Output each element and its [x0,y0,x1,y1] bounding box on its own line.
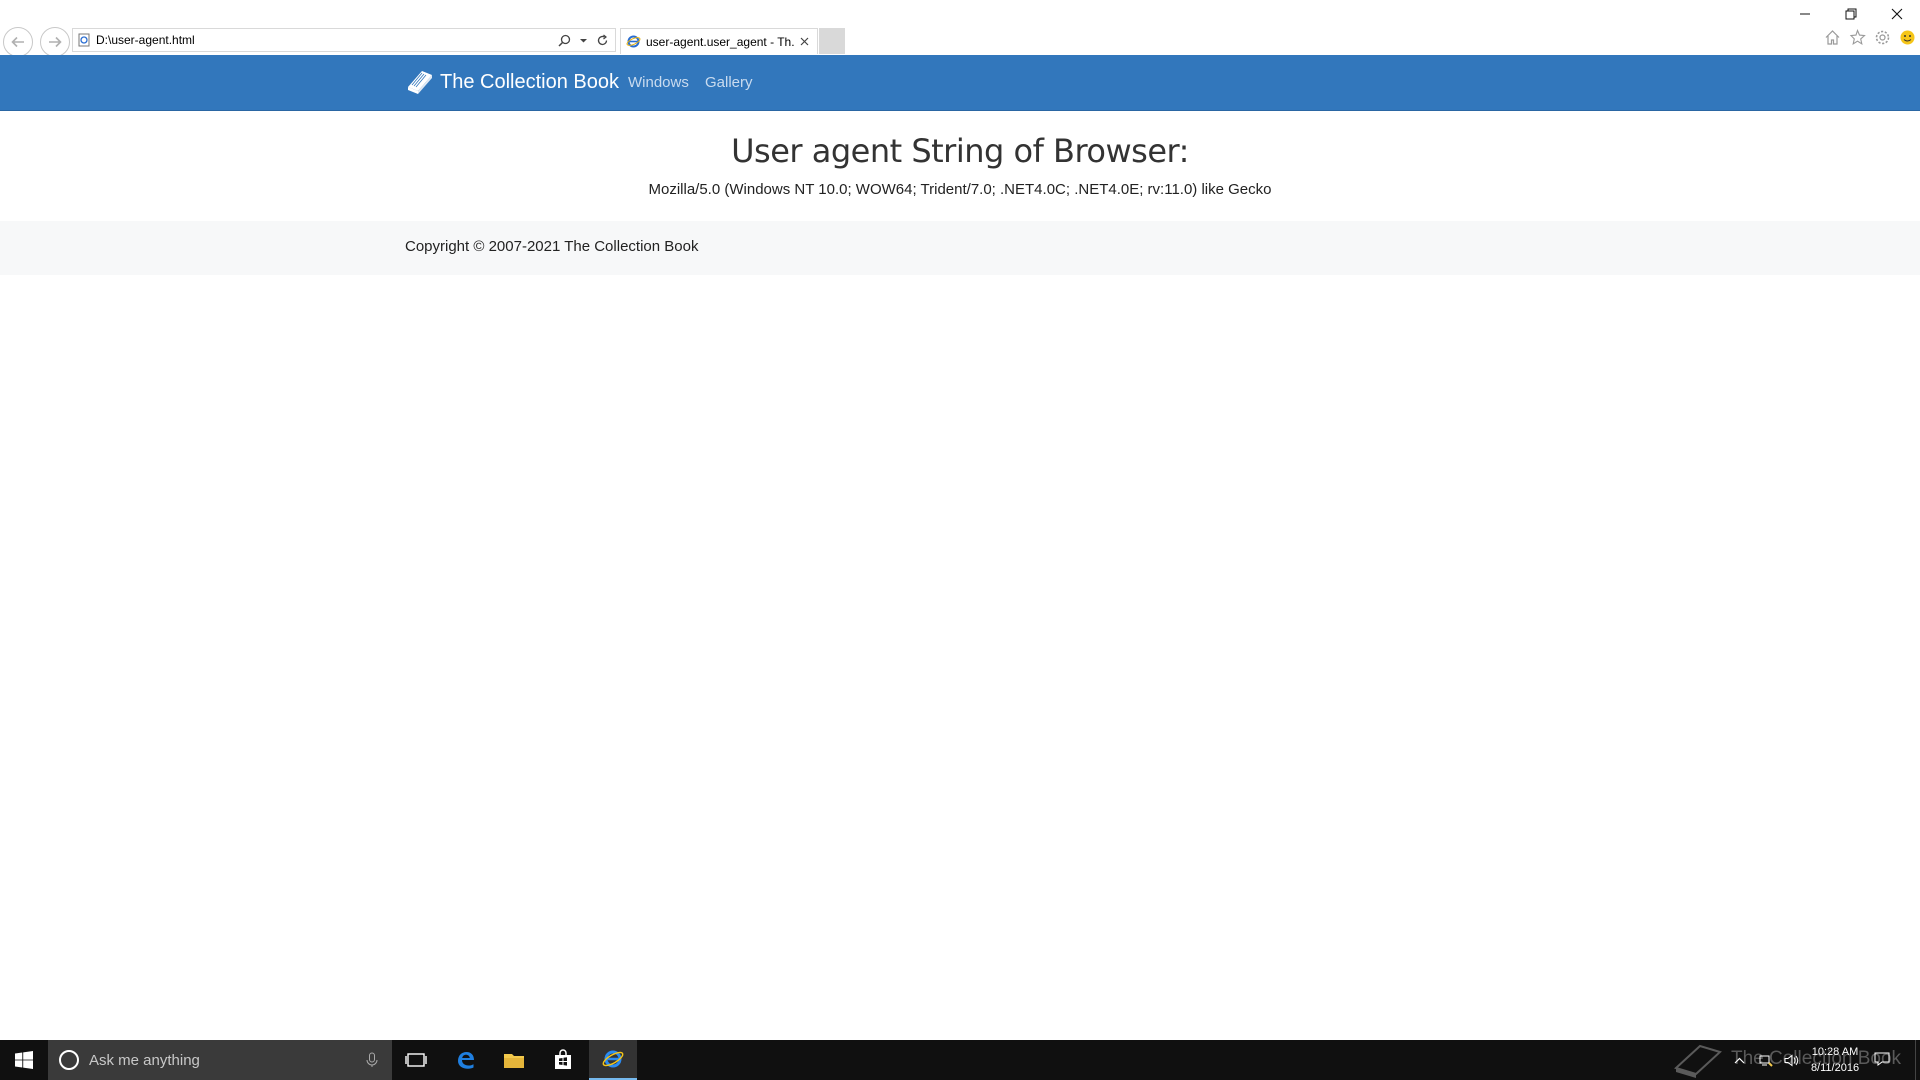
feedback-button[interactable] [1899,29,1916,46]
cortana-search[interactable]: Ask me anything [48,1040,392,1080]
show-hidden-icons-button[interactable] [1730,1051,1748,1069]
new-tab-button[interactable] [819,28,845,54]
refresh-icon[interactable] [596,34,609,47]
clock-time: 10:28 AM [1811,1046,1859,1058]
restore-icon [1845,8,1857,20]
microphone-icon[interactable] [364,1052,380,1068]
edge-icon [458,1052,474,1069]
task-view-icon [405,1053,427,1067]
copyright-text: Copyright © 2007-2021 The Collection Boo… [405,238,699,255]
network-icon [1759,1055,1773,1067]
settings-button[interactable] [1874,29,1891,46]
taskbar-internet-explorer[interactable] [589,1040,637,1080]
home-icon [1825,30,1840,45]
gear-icon [1875,30,1890,45]
start-button[interactable] [0,1040,48,1080]
star-icon [1849,29,1866,45]
back-button[interactable] [3,27,33,57]
folder-icon [504,1054,524,1068]
search-icon[interactable] [558,34,571,47]
taskbar-store[interactable] [539,1040,587,1080]
brand-link[interactable]: The Collection Book [404,67,619,97]
store-icon [555,1049,571,1069]
forward-button[interactable] [40,27,70,57]
chevron-down-icon[interactable] [577,34,590,47]
close-icon [1891,8,1903,20]
action-center-button[interactable] [1874,1051,1892,1069]
footer: Copyright © 2007-2021 The Collection Boo… [0,221,1920,275]
arrow-left-icon [11,36,24,48]
minimize-icon [1800,13,1810,15]
search-placeholder[interactable]: Ask me anything [89,1052,364,1069]
ie-icon [626,35,641,48]
user-agent-string: Mozilla/5.0 (Windows NT 10.0; WOW64; Tri… [648,181,1272,198]
close-icon [800,37,808,46]
task-view-button[interactable] [392,1040,440,1080]
minimize-button[interactable] [1782,0,1828,28]
favorites-button[interactable] [1849,29,1866,46]
volume-button[interactable] [1782,1051,1800,1069]
notification-icon [1874,1052,1890,1066]
arrow-right-icon [49,36,62,48]
address-text[interactable]: D:\user-agent.html [96,33,558,47]
clock-date: 8/11/2016 [1810,1062,1860,1074]
restore-button[interactable] [1828,0,1874,28]
taskbar-edge[interactable] [442,1040,490,1080]
cortana-icon [59,1050,79,1070]
address-bar[interactable]: D:\user-agent.html [72,28,616,52]
smiley-icon [1900,30,1915,45]
watermark-book-icon [1674,1044,1722,1078]
ie-icon [602,1050,624,1068]
nav-link-windows[interactable]: Windows [628,74,689,91]
chevron-up-icon [1734,1057,1744,1063]
main-content: User agent String of Browser: Mozilla/5.… [0,111,1920,221]
network-button[interactable] [1756,1051,1774,1069]
home-button[interactable] [1824,29,1841,46]
show-desktop-button[interactable] [1915,1040,1920,1080]
tab-title: user-agent.user_agent - Th... [646,34,795,49]
system-clock[interactable]: 10:28 AM 8/11/2016 [1800,1044,1870,1076]
speaker-icon [1784,1054,1798,1066]
windows-logo-icon [15,1051,33,1069]
nav-link-gallery[interactable]: Gallery [705,74,753,91]
site-navbar: The Collection Book Windows Gallery [0,55,1920,111]
taskbar-file-explorer[interactable] [490,1040,538,1080]
brand-name: The Collection Book [440,70,619,93]
taskbar: Ask me anything The Collection Book 10:2… [0,1040,1920,1080]
book-icon [408,71,432,94]
browser-chrome: D:\user-agent.html user-agent.user_agent… [0,0,1920,57]
page-icon [78,33,90,47]
close-window-button[interactable] [1874,0,1920,28]
page-title: User agent String of Browser: [731,132,1189,170]
tab-close-button[interactable] [795,33,813,51]
browser-tab[interactable]: user-agent.user_agent - Th... [620,28,818,54]
